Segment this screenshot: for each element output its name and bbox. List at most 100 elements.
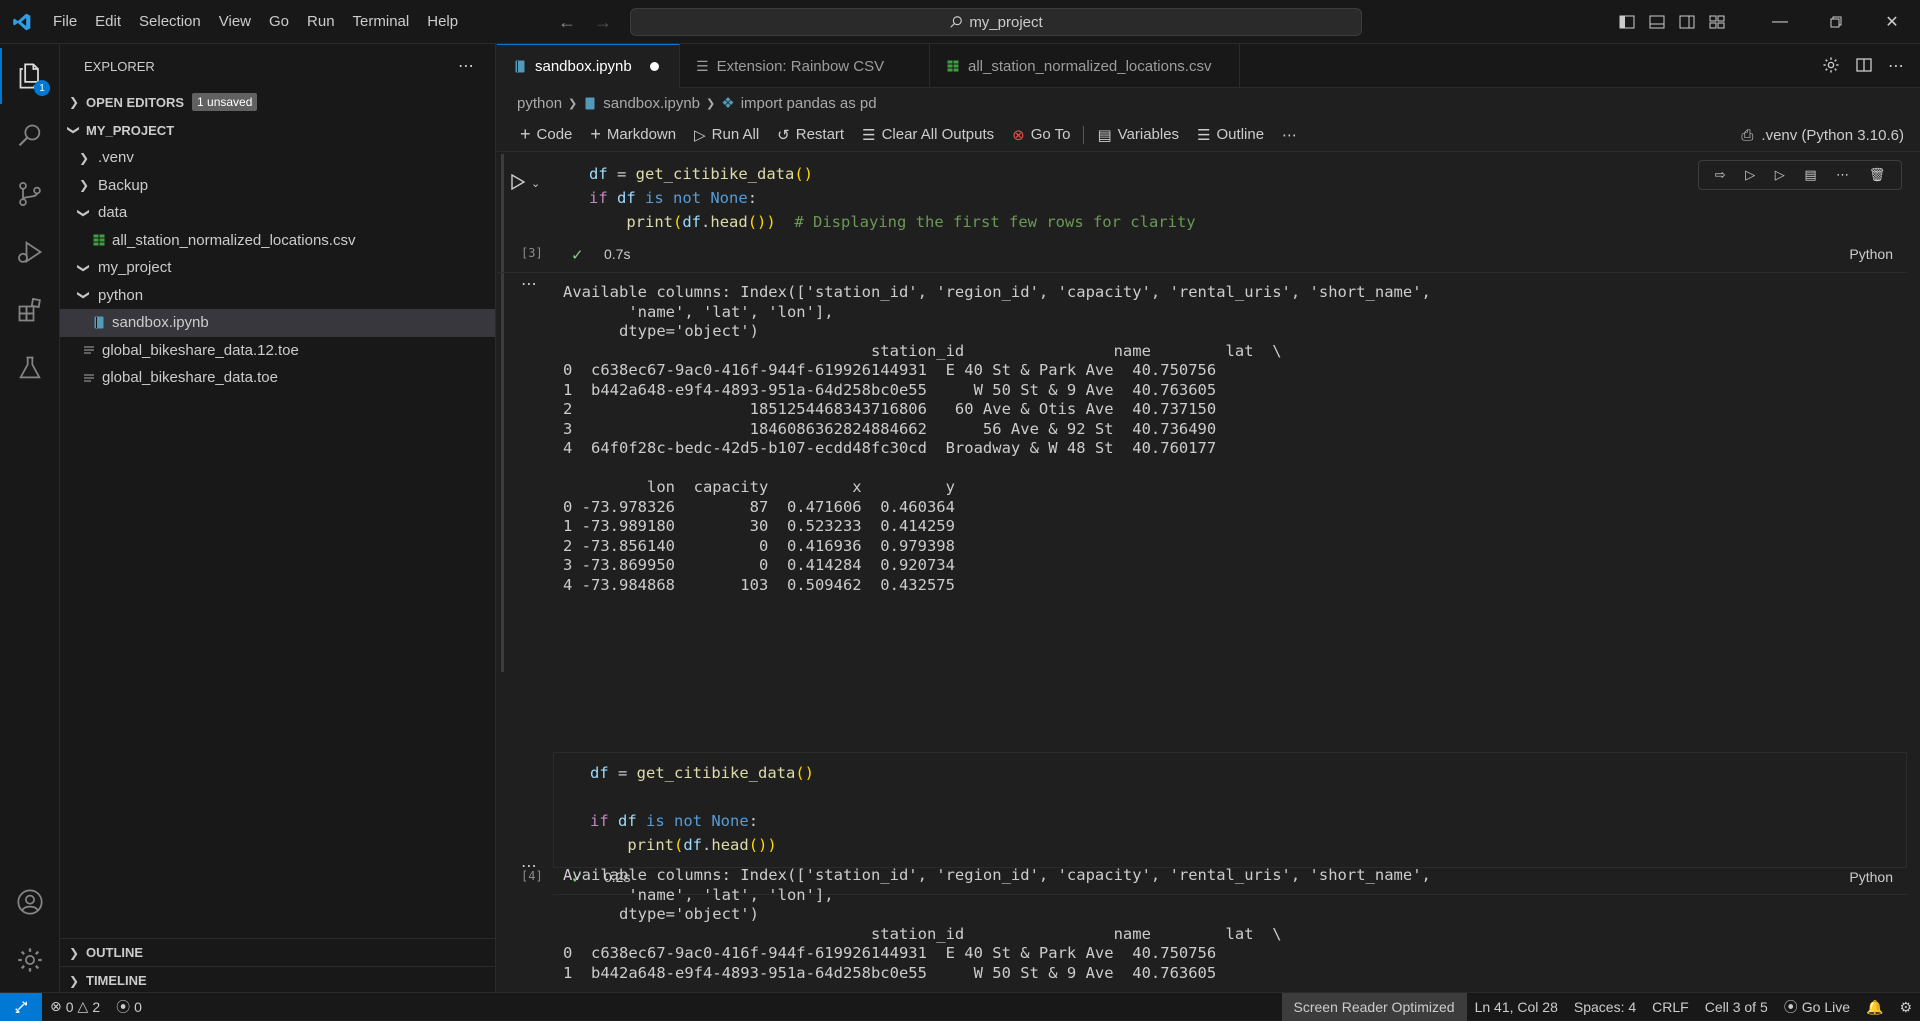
tab-rainbow-csv[interactable]: ☰ Extension: Rainbow CSV (680, 44, 930, 88)
menu-view[interactable]: View (210, 0, 260, 44)
timeline-section[interactable]: ❯ TIMELINE (60, 966, 496, 994)
notifications-bell-icon[interactable]: 🔔 (1858, 993, 1891, 1021)
notebook-file-icon (513, 60, 527, 74)
button-label: Variables (1117, 126, 1180, 143)
menu-file[interactable]: File (44, 0, 86, 44)
tree-file-toe-12[interactable]: global_bikeshare_data.12.toe (60, 337, 495, 365)
more-actions-icon[interactable]: ⋯ (458, 56, 475, 76)
add-markdown-button[interactable]: + Markdown (581, 124, 685, 145)
menu-help[interactable]: Help (418, 0, 467, 44)
run-all-button[interactable]: ▷ Run All (685, 126, 768, 144)
add-code-button[interactable]: + Code (511, 124, 581, 145)
menu-edit[interactable]: Edit (86, 0, 130, 44)
cursor-position[interactable]: Ln 41, Col 28 (1467, 993, 1566, 1021)
accounts-icon[interactable] (0, 874, 60, 930)
tree-folder-my-project[interactable]: ❯ my_project (60, 254, 495, 282)
search-view-icon[interactable] (0, 108, 60, 164)
more-toolbar-icon[interactable]: ⋯ (1273, 126, 1306, 144)
more-cell-actions-icon[interactable]: ⋯ (1836, 167, 1849, 183)
delete-cell-icon[interactable]: 🗑 (1869, 167, 1886, 183)
settings-gear-icon[interactable] (1822, 56, 1840, 77)
go-live-button[interactable]: ⦿ Go Live (1776, 993, 1858, 1021)
tree-folder-venv[interactable]: ❯ .venv (60, 144, 495, 172)
copilot-icon[interactable]: ⚙ (1891, 993, 1920, 1021)
warning-icon: △ (77, 998, 89, 1014)
menu-terminal[interactable]: Terminal (344, 0, 419, 44)
tree-file-sandbox[interactable]: sandbox.ipynb (60, 309, 495, 337)
restore-icon[interactable] (1808, 0, 1864, 44)
clear-outputs-button[interactable]: ☰ Clear All Outputs (853, 126, 1003, 144)
run-cell-icon[interactable] (511, 173, 526, 193)
output-more-icon[interactable]: ⋯ (521, 856, 538, 876)
cell-language[interactable]: Python (1849, 246, 1893, 262)
project-section[interactable]: ❯ MY_PROJECT (60, 116, 495, 144)
execute-above-icon[interactable]: ⇨ (1715, 167, 1726, 183)
tab-csv[interactable]: all_station_normalized_locations.csv (930, 44, 1240, 88)
outline-button[interactable]: ☰ Outline (1188, 126, 1273, 144)
menu-go[interactable]: Go (260, 0, 298, 44)
output-more-icon[interactable]: ⋯ (521, 274, 538, 294)
toggle-panel-icon[interactable] (1642, 0, 1672, 44)
execute-below-icon[interactable]: ▷ (1745, 167, 1755, 183)
cell-run-controls: ⌄ (511, 173, 540, 193)
manage-gear-icon[interactable] (0, 932, 60, 988)
close-icon[interactable]: ✕ (1864, 0, 1920, 44)
title-bar: File Edit Selection View Go Run Terminal… (0, 0, 1920, 44)
remote-indicator-icon[interactable] (0, 992, 42, 1021)
split-editor-icon[interactable] (1856, 57, 1872, 75)
search-icon (950, 16, 963, 28)
screen-reader-mode[interactable]: Screen Reader Optimized (1281, 993, 1467, 1021)
notebook-cells: ⌄ df = get_citibike_data() if df is not … (497, 152, 1920, 992)
back-arrow-icon[interactable]: ← (558, 12, 576, 33)
tab-sandbox[interactable]: sandbox.ipynb (497, 44, 680, 88)
outline-section[interactable]: ❯ OUTLINE (60, 938, 496, 966)
tree-folder-data[interactable]: ❯ data (60, 199, 495, 227)
button-label: Restart (795, 126, 845, 143)
restart-button[interactable]: ↺ Restart (768, 126, 853, 144)
text-file-icon (82, 371, 96, 385)
toggle-primary-sidebar-icon[interactable] (1612, 0, 1642, 44)
indentation[interactable]: Spaces: 4 (1566, 993, 1644, 1021)
run-debug-icon[interactable] (0, 224, 60, 280)
kernel-picker[interactable]: ⎙ .venv (Python 3.10.6) (1741, 118, 1904, 152)
menu-run[interactable]: Run (298, 0, 344, 44)
open-editors-section[interactable]: ❯ OPEN EDITORS 1 unsaved (60, 88, 495, 116)
breadcrumb-folder[interactable]: python (517, 95, 562, 112)
problems-indicator[interactable]: ⊗ 0 △ 2 (42, 993, 108, 1021)
end-of-line[interactable]: CRLF (1644, 993, 1697, 1021)
testing-flask-icon[interactable] (0, 340, 60, 396)
chevron-down-icon[interactable]: ⌄ (531, 177, 540, 190)
run-next-icon[interactable]: ▷ (1775, 167, 1785, 183)
forward-arrow-icon[interactable]: → (594, 12, 612, 33)
button-label: Markdown (606, 126, 677, 143)
tree-file-csv[interactable]: all_station_normalized_locations.csv (60, 227, 495, 255)
unsaved-dot-icon[interactable] (649, 62, 659, 71)
cell-language[interactable]: Python (1849, 869, 1893, 885)
tree-folder-python[interactable]: ❯ python (60, 282, 495, 310)
go-to-button[interactable]: ⊗ Go To (1003, 126, 1079, 144)
explorer-icon[interactable]: 1 (0, 48, 60, 104)
command-center-search[interactable]: my_project (630, 8, 1362, 36)
error-icon: ⊗ (50, 998, 62, 1014)
cell-indicator[interactable]: Cell 3 of 5 (1697, 993, 1776, 1021)
code-cell[interactable]: df = get_citibike_data() if df is not No… (553, 752, 1907, 868)
extensions-icon[interactable] (0, 282, 60, 338)
toggle-secondary-sidebar-icon[interactable] (1672, 0, 1702, 44)
split-cell-icon[interactable]: ▤ (1804, 167, 1816, 183)
customize-layout-icon[interactable] (1702, 0, 1732, 44)
tree-folder-backup[interactable]: ❯ Backup (60, 172, 495, 200)
more-actions-icon[interactable]: ⋯ (1888, 56, 1904, 76)
csv-file-icon (92, 233, 106, 247)
minimize-icon[interactable]: — (1752, 0, 1808, 44)
breadcrumb-symbol[interactable]: import pandas as pd (741, 95, 877, 112)
vscode-logo-icon (0, 0, 44, 44)
tree-label: all_station_normalized_locations.csv (112, 231, 356, 249)
breadcrumb-file[interactable]: sandbox.ipynb (603, 95, 700, 112)
variables-button[interactable]: ▤ Variables (1088, 126, 1188, 144)
code-editor[interactable]: df = get_citibike_data() if df is not No… (554, 753, 1906, 857)
tree-file-toe[interactable]: global_bikeshare_data.toe (60, 364, 495, 392)
source-control-icon[interactable] (0, 166, 60, 222)
ports-indicator[interactable]: ⦿ 0 (108, 993, 150, 1021)
menu-selection[interactable]: Selection (130, 0, 210, 44)
tree-label: Backup (98, 176, 149, 194)
